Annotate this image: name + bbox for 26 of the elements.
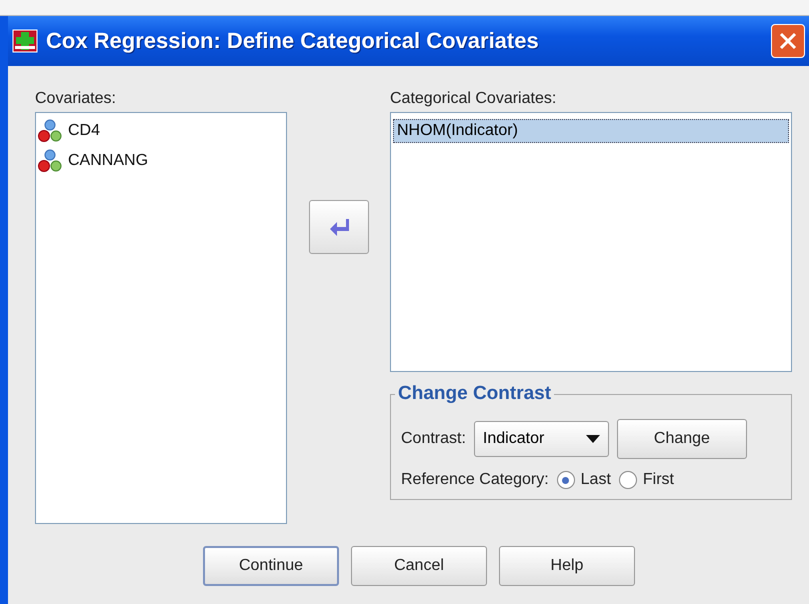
- dialog-button[interactable]: Continue: [203, 546, 339, 586]
- covariate-item[interactable]: NHOM(Indicator): [393, 119, 789, 143]
- variable-item[interactable]: CANNANG: [68, 152, 148, 170]
- move-button[interactable]: [308, 200, 368, 254]
- covariates-label: Covariates:: [35, 90, 117, 108]
- contrast-label: Contrast:: [401, 430, 466, 448]
- categorical-covariates-label: Categorical Covariates:: [390, 90, 558, 108]
- variable-icon: [38, 119, 62, 143]
- arrow-left-icon: [328, 217, 350, 237]
- categorical-covariates-list[interactable]: NHOM(Indicator): [390, 112, 792, 372]
- contrast-dropdown[interactable]: Indicator: [474, 421, 609, 457]
- radio-option[interactable]: First: [618, 471, 674, 489]
- caret-icon: [586, 435, 600, 443]
- covariates-list[interactable]: CD4 CANNANG: [35, 112, 287, 524]
- change-button[interactable]: Change: [616, 419, 747, 459]
- dialog-button[interactable]: Help: [499, 546, 635, 586]
- dialog-button[interactable]: Cancel: [351, 546, 487, 586]
- group-title: Change Contrast: [395, 383, 554, 405]
- app-icon: [12, 29, 38, 53]
- window-title: Cox Regression: Define Categorical Covariates: [46, 28, 540, 54]
- variable-icon: [38, 149, 62, 173]
- variable-item[interactable]: CD4: [68, 122, 100, 140]
- close-button[interactable]: [771, 24, 805, 58]
- radio-option[interactable]: Last: [556, 471, 611, 489]
- reference-category-label: Reference Category:: [401, 471, 549, 489]
- close-icon: [778, 31, 798, 51]
